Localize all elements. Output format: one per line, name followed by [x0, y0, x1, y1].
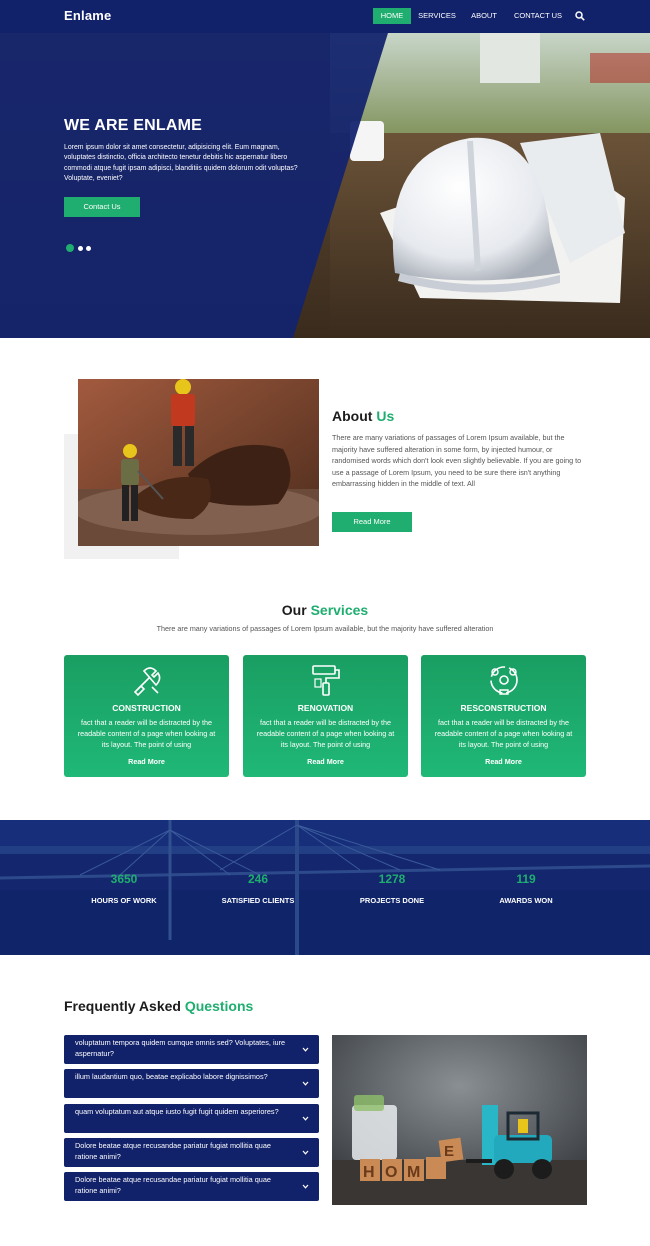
service-card-title: RENOVATION: [297, 703, 354, 713]
service-card-title: RESCONSTRUCTION: [460, 703, 547, 713]
nav-about[interactable]: ABOUT: [467, 8, 501, 24]
faq-forklift-home-photo: H O M E: [332, 1035, 587, 1205]
service-card-construction[interactable]: CONSTRUCTION fact that a reader will be …: [64, 655, 229, 777]
about-workers-photo: [78, 379, 319, 546]
nav-home[interactable]: HOME: [373, 8, 411, 24]
about-read-more-button[interactable]: Read More: [332, 512, 412, 532]
paint-roller-icon: [312, 665, 340, 696]
hero-section: WE ARE ENLAME Lorem ipsum dolor sit amet…: [0, 33, 650, 338]
service-card-renovation[interactable]: RENOVATION fact that a reader will be di…: [243, 655, 408, 777]
slider-dot-3[interactable]: [86, 246, 91, 251]
faq-question: quam voluptatum aut atque iusto fugit fu…: [75, 1107, 279, 1116]
nav-contact-us[interactable]: CONTACT US: [510, 8, 566, 24]
stat-hours-label: HOURS OF WORK: [91, 896, 157, 905]
service-card-read-more[interactable]: Read More: [64, 757, 229, 766]
hero-description: Lorem ipsum dolor sit amet consectetur, …: [64, 144, 298, 182]
faq-question: illum laudantium quo, beatae explicabo l…: [75, 1072, 268, 1081]
brand-logo[interactable]: Enlame: [64, 8, 111, 23]
faq-question: Dolore beatae atque recusandae pariatur …: [75, 1175, 271, 1195]
chevron-down-icon: [302, 1116, 309, 1121]
stat-projects-value: 1278: [378, 872, 406, 886]
about-title-main: About: [332, 408, 373, 424]
faq-question: voluptatum tempora quidem cumque omnis s…: [75, 1038, 286, 1058]
service-card-text: fact that a reader will be distracted by…: [434, 718, 573, 750]
about-description: There are many variations of passages of…: [332, 433, 582, 489]
services-title: Our Services: [0, 602, 650, 618]
slider-dot-1[interactable]: [66, 244, 74, 252]
stat-clients-value: 246: [247, 872, 269, 886]
faq-item-4[interactable]: Dolore beatae atque recusandae pariatur …: [64, 1138, 319, 1167]
stat-awards-value: 119: [516, 872, 536, 886]
service-card-text: fact that a reader will be distracted by…: [77, 718, 216, 750]
home-letter: M: [407, 1164, 420, 1181]
contact-us-button[interactable]: Contact Us: [64, 197, 140, 217]
hero-blue-overlay: [0, 33, 388, 338]
faq-title-main: Frequently Asked: [64, 998, 181, 1014]
chevron-down-icon: [302, 1047, 309, 1052]
services-title-accent: Services: [310, 602, 369, 618]
chevron-down-icon: [302, 1081, 309, 1086]
stat-awards-label: AWARDS WON: [499, 896, 553, 905]
home-letter: H: [363, 1164, 375, 1181]
faq-item-1[interactable]: voluptatum tempora quidem cumque omnis s…: [64, 1035, 319, 1064]
nav-services[interactable]: SERVICES: [417, 8, 457, 24]
chevron-down-icon: [302, 1150, 309, 1155]
home-letter: O: [385, 1164, 397, 1181]
top-navbar: Enlame HOME SERVICES ABOUT CONTACT US: [0, 0, 650, 33]
faq-title-accent: Questions: [184, 998, 254, 1014]
stat-projects-label: PROJECTS DONE: [359, 896, 425, 905]
faq-question: Dolore beatae atque recusandae pariatur …: [75, 1141, 271, 1161]
service-card-read-more[interactable]: Read More: [243, 757, 408, 766]
about-title-accent: Us: [376, 408, 395, 424]
slider-dot-2[interactable]: [78, 246, 83, 251]
faq-item-2[interactable]: illum laudantium quo, beatae explicabo l…: [64, 1069, 319, 1098]
service-card-title: CONSTRUCTION: [112, 703, 181, 713]
service-card-text: fact that a reader will be distracted by…: [256, 718, 395, 750]
wrench-tools-icon: [133, 667, 161, 697]
stat-hours-value: 3650: [110, 872, 138, 886]
faq-item-5[interactable]: Dolore beatae atque recusandae pariatur …: [64, 1172, 319, 1201]
service-card-reconstruction[interactable]: RESCONSTRUCTION fact that a reader will …: [421, 655, 586, 777]
faq-item-3[interactable]: quam voluptatum aut atque iusto fugit fu…: [64, 1104, 319, 1133]
chevron-down-icon: [302, 1184, 309, 1189]
hero-title: WE ARE ENLAME: [64, 117, 203, 134]
bridge-background-image: [0, 820, 650, 955]
about-title: About Us: [332, 408, 394, 424]
services-subtitle: There are many variations of passages of…: [156, 624, 494, 633]
reconstruction-cycle-icon: [490, 666, 518, 695]
faq-title: Frequently Asked Questions: [64, 998, 253, 1014]
service-card-read-more[interactable]: Read More: [421, 757, 586, 766]
stat-clients-label: SATISFIED CLIENTS: [221, 896, 295, 905]
services-title-main: Our: [281, 602, 307, 618]
stats-section: 3650 HOURS OF WORK 246 SATISFIED CLIENTS…: [0, 820, 650, 955]
home-letter: E: [444, 1143, 454, 1160]
search-icon[interactable]: [575, 11, 585, 21]
